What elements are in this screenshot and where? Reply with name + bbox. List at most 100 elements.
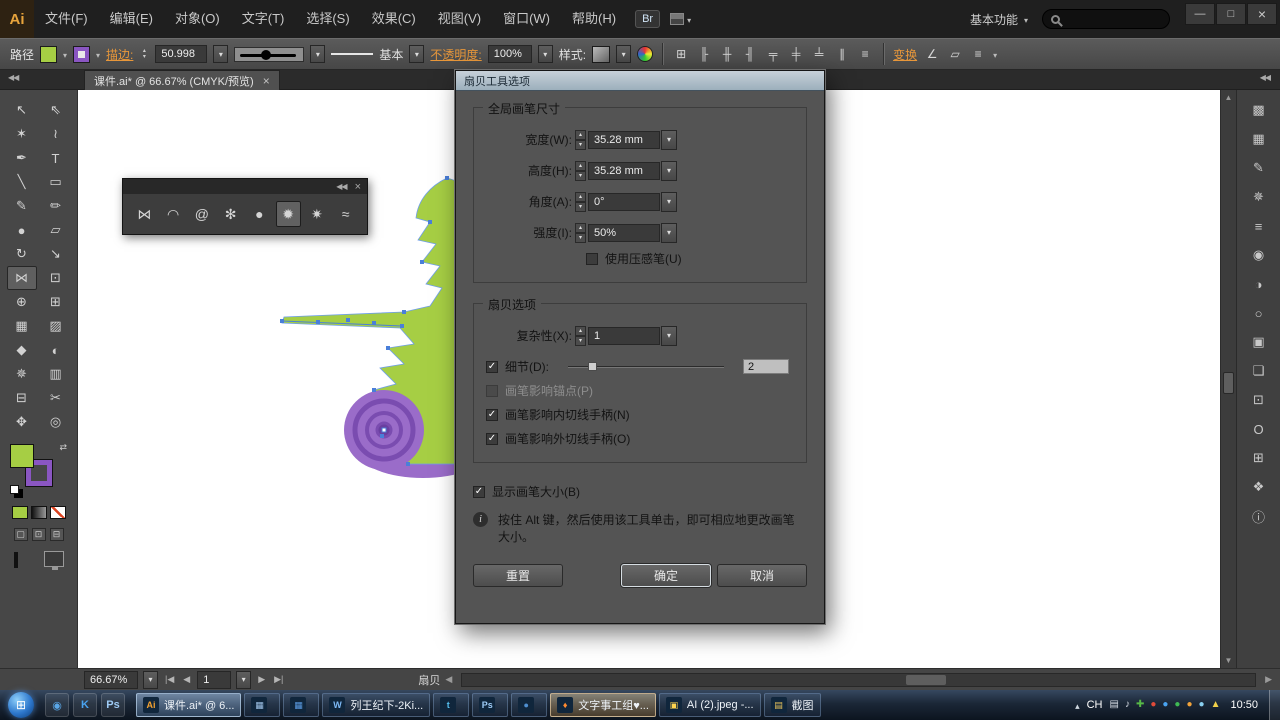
scroll-up-icon[interactable] xyxy=(1221,90,1236,105)
slice-tool[interactable]: ✂ xyxy=(41,386,71,410)
column-graph-tool[interactable]: ▥ xyxy=(41,362,71,386)
value-stepper[interactable] xyxy=(575,129,586,150)
align-bottom-icon[interactable]: ╧ xyxy=(810,44,828,64)
taskbar-window-twitter[interactable]: t xyxy=(433,693,470,717)
dropdown-button[interactable] xyxy=(661,129,677,150)
zoom-tool[interactable]: ◎ xyxy=(41,410,71,434)
blob-brush-tool[interactable]: ● xyxy=(7,218,37,242)
tray-alert-icon[interactable]: ● xyxy=(1150,700,1156,710)
minimize-button[interactable] xyxy=(1185,3,1215,25)
screen-mode-button[interactable] xyxy=(43,551,64,570)
menu-file[interactable]: 文件(F) xyxy=(34,0,99,38)
value-field[interactable]: 35.28 mm xyxy=(588,130,660,149)
symbol-sprayer-tool[interactable]: ✵ xyxy=(7,362,37,386)
stroke-weight-dropdown[interactable] xyxy=(213,45,229,63)
stroke-panel-link[interactable]: 描边: xyxy=(106,46,133,63)
chevron-down-icon[interactable] xyxy=(63,47,67,61)
last-artboard-icon[interactable]: ▶| xyxy=(272,674,285,685)
default-fill-stroke-icon[interactable] xyxy=(10,485,19,494)
ok-button[interactable]: 确定 xyxy=(621,564,711,587)
checkbox-icon[interactable] xyxy=(586,252,598,265)
menu-object[interactable]: 对象(O) xyxy=(164,0,231,38)
quicklaunch-k[interactable]: K xyxy=(73,693,97,717)
artboards-panel-icon[interactable]: ⊡ xyxy=(1245,390,1273,410)
quicklaunch-photoshop[interactable]: Ps xyxy=(101,693,125,717)
brush-definition-dropdown[interactable] xyxy=(310,45,326,63)
first-artboard-icon[interactable]: |◀ xyxy=(163,674,176,685)
bloat-tool-icon[interactable]: ● xyxy=(247,201,272,227)
line-segment-tool[interactable]: ╲ xyxy=(7,170,37,194)
swatches-panel-icon[interactable]: ▦ xyxy=(1245,129,1273,149)
horizontal-scrollbar[interactable] xyxy=(461,672,1257,687)
eraser-tool[interactable]: ▱ xyxy=(41,218,71,242)
none-button[interactable] xyxy=(49,506,66,519)
distribute-horizontal-icon[interactable]: ∥ xyxy=(833,44,851,64)
transform-panel-icon[interactable]: ⊞ xyxy=(1245,448,1273,468)
tray-update-icon[interactable]: ▲ xyxy=(1211,700,1221,710)
draw-behind-button[interactable]: ⊡ xyxy=(31,528,46,541)
gradient-tool[interactable]: ▨ xyxy=(41,314,71,338)
blend-tool[interactable]: ◐ xyxy=(41,338,71,362)
menu-effect[interactable]: 效果(C) xyxy=(361,0,427,38)
align-center-horizontal-icon[interactable]: ╫ xyxy=(718,44,736,64)
graphic-style-dropdown[interactable] xyxy=(616,45,632,63)
liquify-panel-titlebar[interactable] xyxy=(123,179,367,194)
show-brush-size-checkbox[interactable]: 显示画笔大小(B) xyxy=(473,483,807,500)
draw-inside-button[interactable]: ⊟ xyxy=(49,528,64,541)
document-setup-icon[interactable]: ⊞ xyxy=(672,44,690,64)
tray-volume-icon[interactable]: ♪ xyxy=(1125,700,1130,710)
pen-tool[interactable]: ✒ xyxy=(7,146,37,170)
taskbar-window-photoshop[interactable]: Ps xyxy=(472,693,509,717)
next-artboard-icon[interactable]: ▶ xyxy=(256,674,267,685)
stroke-panel-icon[interactable]: ≡ xyxy=(1245,216,1273,236)
pathfinder-panel-icon[interactable]: ❖ xyxy=(1245,477,1273,497)
taskbar-window-illustrator[interactable]: Ai 课件.ai* @ 6... xyxy=(136,693,242,717)
panel-menu-icon[interactable]: ≡ xyxy=(969,44,987,64)
close-icon[interactable] xyxy=(355,181,361,193)
collapse-dock-icon[interactable] xyxy=(1260,73,1270,82)
zoom-dropdown[interactable] xyxy=(143,670,158,689)
previous-artboard-icon[interactable]: ◀ xyxy=(181,674,192,685)
warp-tool-icon[interactable]: ◠ xyxy=(161,201,186,227)
menu-type[interactable]: 文字(T) xyxy=(231,0,296,38)
fill-color-well[interactable] xyxy=(10,444,34,468)
cancel-button[interactable]: 取消 xyxy=(717,564,807,587)
collapse-tools-icon[interactable] xyxy=(8,73,18,82)
menu-edit[interactable]: 编辑(E) xyxy=(99,0,164,38)
distribute-vertical-icon[interactable]: ≡ xyxy=(856,44,874,64)
twirl-tool-icon[interactable]: @ xyxy=(190,201,215,227)
vertical-scroll-thumb[interactable] xyxy=(1223,372,1234,394)
taskbar-window-app2[interactable]: ▦ xyxy=(283,693,320,717)
value-field[interactable]: 35.28 mm xyxy=(588,161,660,180)
color-button[interactable] xyxy=(11,506,28,519)
mesh-tool[interactable]: ▦ xyxy=(7,314,37,338)
info-panel-icon[interactable]: ⓘ xyxy=(1245,506,1273,526)
pucker-tool-icon[interactable]: ✻ xyxy=(218,201,243,227)
reset-button[interactable]: 重置 xyxy=(473,564,563,587)
tray-expand-icon[interactable] xyxy=(1075,698,1080,712)
graphic-style-swatch[interactable] xyxy=(592,45,611,63)
color-panel-icon[interactable]: ▩ xyxy=(1245,100,1273,120)
magic-wand-tool[interactable]: ✶ xyxy=(7,122,37,146)
chevron-down-icon[interactable] xyxy=(96,47,100,61)
recolor-artwork-icon[interactable] xyxy=(637,46,654,62)
brush-affects-in-tangent-checkbox[interactable]: 画笔影响内切线手柄(N) xyxy=(486,406,794,423)
chevron-down-icon[interactable] xyxy=(993,47,997,61)
zoom-field[interactable]: 66.67% xyxy=(84,670,138,689)
draw-normal-button[interactable]: ▢ xyxy=(13,528,28,541)
type-tool[interactable]: T xyxy=(41,146,71,170)
transparency-panel-icon[interactable]: ◑ xyxy=(1245,274,1273,294)
scale-tool[interactable]: ↘ xyxy=(41,242,71,266)
align-center-vertical-icon[interactable]: ╪ xyxy=(787,44,805,64)
menu-view[interactable]: 视图(V) xyxy=(427,0,492,38)
value-stepper[interactable] xyxy=(575,191,586,212)
dropdown-button[interactable] xyxy=(661,222,677,243)
tray-ime-icon[interactable]: ▤ xyxy=(1109,700,1118,710)
arrange-documents-button[interactable] xyxy=(670,12,691,26)
taskbar-window-image-viewer[interactable]: ▣ AI (2).jpeg -... xyxy=(658,693,761,717)
slider-thumb[interactable] xyxy=(588,361,597,371)
width-profile-dropdown[interactable] xyxy=(409,45,425,63)
opacity-panel-link[interactable]: 不透明度: xyxy=(430,46,481,63)
gradient-button[interactable] xyxy=(30,506,47,519)
transform-panel-link[interactable]: 变换 xyxy=(893,46,917,63)
